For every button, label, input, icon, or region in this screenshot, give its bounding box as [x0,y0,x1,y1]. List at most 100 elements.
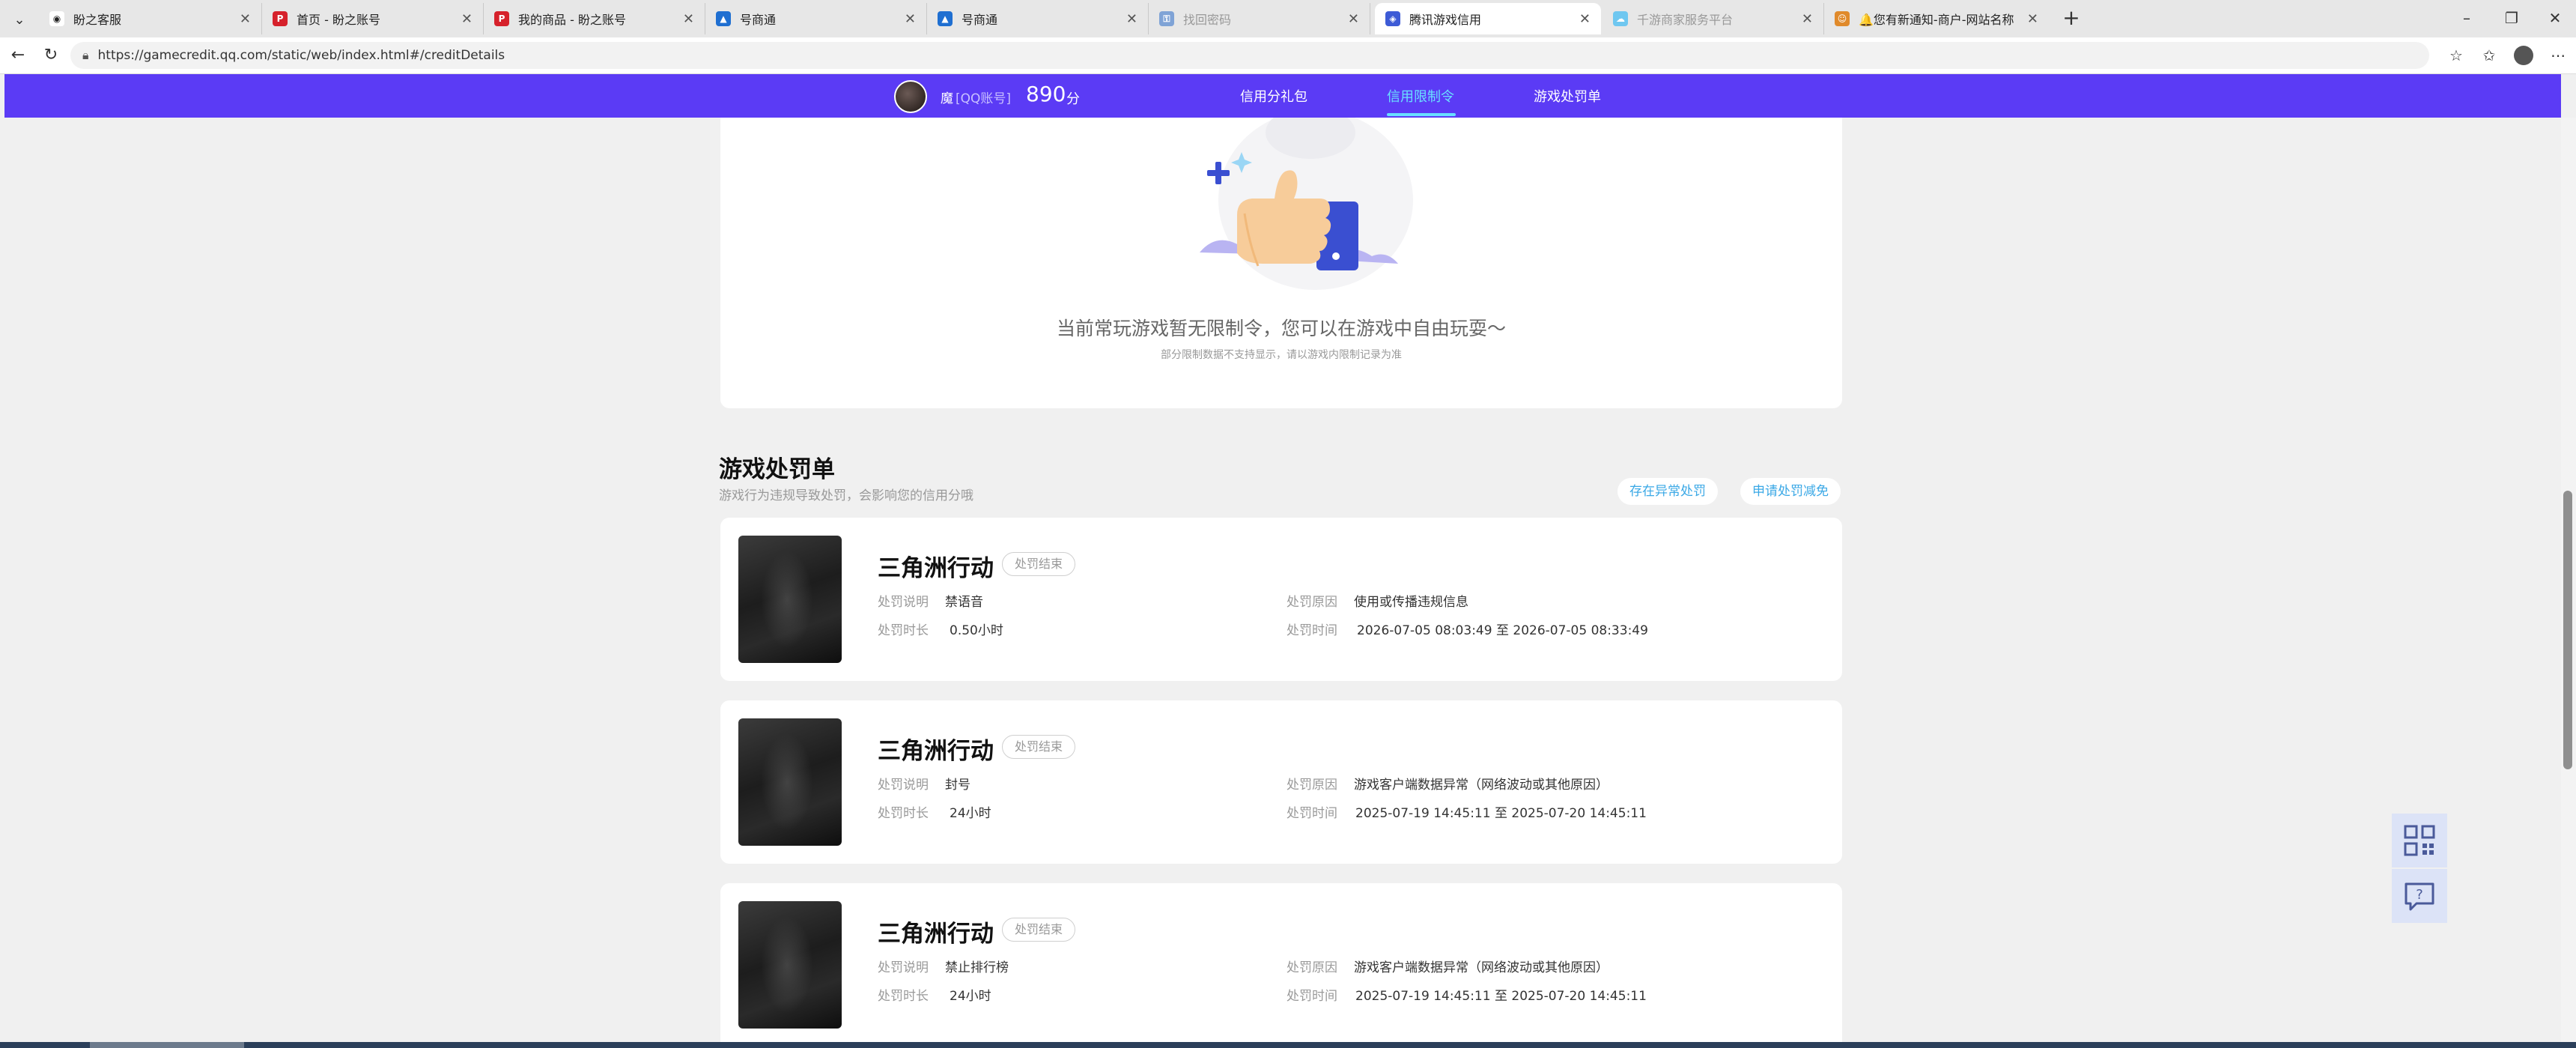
address-bar[interactable]: 🔒︎ https://gamecredit.qq.com/static/web/… [70,42,2429,69]
status-badge: 处罚结束 [1002,918,1076,942]
time-separator: 至 [1495,623,1509,638]
scrollbar-thumb[interactable] [2563,491,2572,769]
game-cover-image [738,718,842,846]
star-icon[interactable]: ☆ [2443,42,2470,69]
browser-tab[interactable]: ☺ 🔔您有新通知-商户-网站名称 ✕ [1824,3,2049,34]
browser-tab[interactable]: P 我的商品 - 盼之账号 ✕ [484,3,705,34]
tab-title: 盼之客服 [73,13,122,27]
reload-icon[interactable]: ↻ [37,42,64,69]
penalty-end-time: 2025-07-20 14:45:11 [1511,806,1647,821]
profile-avatar-icon[interactable] [2510,42,2537,69]
qr-code-icon [2404,825,2435,856]
penalty-duration-label: 处罚时长 [878,806,929,821]
penalty-time-label: 处罚时间 [1287,806,1337,821]
browser-tab-strip: ⌄ ◉ 盼之客服 ✕ P 首页 - 盼之账号 ✕ P 我的商品 - 盼之账号 ✕… [0,0,2576,37]
penalty-reason-value: 使用或传播违规信息 [1354,595,1468,610]
penalty-start-time: 2025-07-19 14:45:11 [1355,989,1491,1004]
close-icon[interactable]: ✕ [1348,11,1359,27]
lock-icon[interactable]: 🔒︎ [82,48,89,63]
browser-tab[interactable]: ▲ 号商通 ✕ [705,3,927,34]
favorites-icon[interactable]: ✩ [2476,42,2503,69]
chat-question-icon: ? [2405,882,2434,911]
browser-tab-active[interactable]: ◈ 腾讯游戏信用 ✕ [1375,3,1601,34]
close-icon[interactable]: ✕ [1126,11,1137,27]
key-icon: ⚿ [1159,11,1174,26]
penalty-desc-label: 处罚说明 [878,960,929,975]
close-icon[interactable]: ✕ [905,11,916,27]
game-cover-image [738,536,842,663]
more-menu-icon[interactable]: ⋯ [2545,42,2572,69]
url-text[interactable]: https://gamecredit.qq.com/static/web/ind… [98,48,505,63]
close-icon[interactable]: ✕ [1802,11,1813,27]
penalty-reason-value: 游戏客户端数据异常（网络波动或其他原因） [1354,778,1609,793]
taskbar-active-item[interactable] [90,1042,244,1048]
avatar[interactable] [894,80,927,113]
penalty-duration-value: 24小时 [950,989,991,1004]
penalty-time-value: 2026-07-05 08:03:49 至 2026-07-05 08:33:4… [1357,620,1648,638]
penalty-desc-value: 禁语音 [945,595,983,610]
penalty-reason-value: 游戏客户端数据异常（网络波动或其他原因） [1354,960,1609,975]
new-tab-plus-icon[interactable]: + [2058,4,2085,31]
penalty-duration-label: 处罚时长 [878,989,929,1004]
tab-title: 我的商品 - 盼之账号 [518,13,626,27]
penalty-reason-label: 处罚原因 [1287,595,1337,610]
status-badge: 处罚结束 [1002,735,1076,759]
game-title: 三角洲行动 [878,555,994,582]
penalty-duration-value: 0.50小时 [950,623,1003,638]
nav-game-penalty[interactable]: 游戏处罚单 [1534,86,1601,106]
penalty-end-time: 2026-07-05 08:33:49 [1513,623,1648,638]
penalty-card[interactable]: 三角洲行动 处罚结束 处罚说明 禁语音 处罚时长 0.50小时 处罚原因 使用或… [720,518,1842,681]
game-title: 三角洲行动 [878,738,994,765]
browser-tab[interactable]: ☁ 千游商家服务平台 ✕ [1603,3,1824,34]
browser-toolbar: ← ↻ 🔒︎ https://gamecredit.qq.com/static/… [0,37,2576,74]
bag-icon: ▲ [938,11,953,26]
penalty-start-time: 2025-07-19 14:45:11 [1355,806,1491,821]
nav-credit-restriction[interactable]: 信用限制令 [1387,86,1454,106]
close-window-icon[interactable]: ✕ [2534,3,2576,33]
account-type: [QQ账号] [956,91,1012,106]
close-icon[interactable]: ✕ [2027,11,2038,27]
browser-tab[interactable]: P 首页 - 盼之账号 ✕ [262,3,484,34]
penalty-reason-label: 处罚原因 [1287,778,1337,793]
help-feedback-button[interactable]: ? [2392,869,2447,923]
abnormal-penalty-button[interactable]: 存在异常处罚 [1617,478,1718,505]
nav-active-indicator [1387,113,1456,116]
penalty-time-label: 处罚时间 [1287,989,1337,1004]
tab-list-chevron-icon[interactable]: ⌄ [6,6,33,33]
browser-tab[interactable]: ⚿ 找回密码 ✕ [1149,3,1370,34]
credit-score: 890 [1026,82,1066,106]
status-badge: 处罚结束 [1002,552,1076,576]
nav-credit-gift[interactable]: 信用分礼包 [1240,86,1307,106]
tab-title: 找回密码 [1183,13,1232,27]
svg-text:?: ? [2416,887,2423,903]
close-icon[interactable]: ✕ [461,11,473,27]
close-icon[interactable]: ✕ [683,11,694,27]
restore-icon[interactable]: ❐ [2491,3,2533,33]
bell-icon: ☺ [1835,11,1850,26]
tab-title: 首页 - 盼之账号 [297,13,380,27]
browser-tab[interactable]: ▲ 号商通 ✕ [927,3,1149,34]
apply-reduction-button[interactable]: 申请处罚减免 [1740,478,1841,505]
penalty-time-value: 2025-07-19 14:45:11 至 2025-07-20 14:45:1… [1355,802,1647,821]
tab-title: 号商通 [740,13,777,27]
penalty-duration-value: 24小时 [950,806,991,821]
back-arrow-icon[interactable]: ← [4,42,31,69]
tab-title: 🔔您有新通知-商户-网站名称 [1859,13,2014,27]
close-icon[interactable]: ✕ [1579,11,1591,27]
section-title: 游戏处罚单 [719,456,835,483]
penalty-time-label: 处罚时间 [1287,623,1337,638]
browser-tab[interactable]: ◉ 盼之客服 ✕ [39,3,262,34]
close-icon[interactable]: ✕ [240,11,251,27]
penalty-reason-label: 处罚原因 [1287,960,1337,975]
pz-logo-icon: P [494,11,509,26]
site-header: 魔 [QQ账号] 890 分 信用分礼包 信用限制令 游戏处罚单 [4,74,2561,118]
restriction-note: 部分限制数据不支持显示，请以游戏内限制记录为准 [1161,349,1402,361]
credit-score-unit: 分 [1066,91,1080,107]
minimize-icon[interactable]: – [2446,3,2488,33]
penalty-desc-value: 禁止排行榜 [945,960,1009,975]
qr-code-button[interactable] [2392,814,2447,867]
penalty-card[interactable]: 三角洲行动 处罚结束 处罚说明 禁止排行榜 处罚时长 24小时 处罚原因 游戏客… [720,883,1842,1048]
penalty-card[interactable]: 三角洲行动 处罚结束 处罚说明 封号 处罚时长 24小时 处罚原因 游戏客户端数… [720,700,1842,864]
cloud-icon: ☁ [1613,11,1628,26]
restriction-card: 当前常玩游戏暂无限制令，您可以在游戏中自由玩耍～ 部分限制数据不支持显示，请以游… [720,118,1842,408]
